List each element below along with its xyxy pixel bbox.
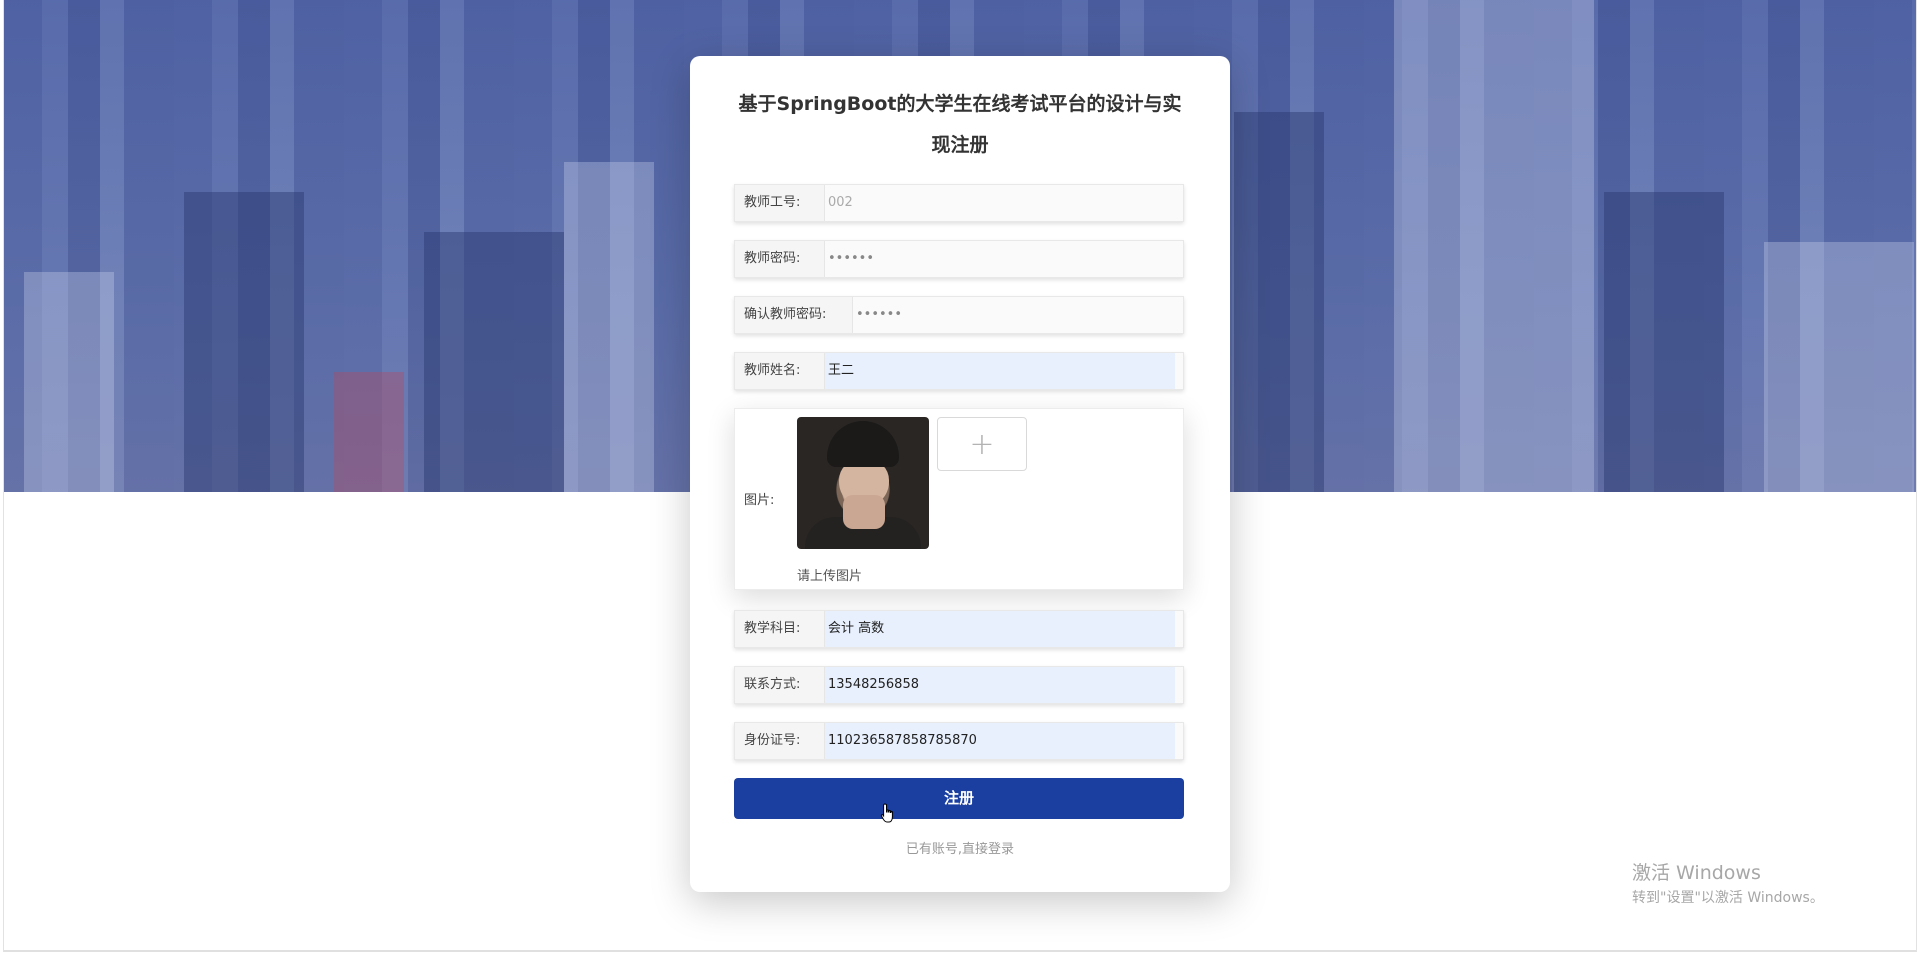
teacher-name-field[interactable]: 教师姓名: 王二 [734, 352, 1184, 390]
login-link[interactable]: 已有账号,直接登录 [690, 838, 1230, 857]
id-card-field[interactable]: 身份证号: 110236587858785870 [734, 722, 1184, 760]
confirm-password-field[interactable]: 确认教师密码: •••••• [734, 296, 1184, 334]
plus-icon: + [969, 426, 995, 462]
teacher-name-label: 教师姓名: [735, 353, 825, 389]
image-label: 图片: [744, 493, 775, 508]
contact-field[interactable]: 联系方式: 13548256858 [734, 666, 1184, 704]
teacher-name-input[interactable]: 王二 [825, 353, 1175, 389]
confirm-password-label: 确认教师密码: [735, 297, 853, 333]
watermark-line2: 转到"设置"以激活 Windows。 [1632, 890, 1824, 906]
image-upload-field: 图片: + 请上传图片 [734, 408, 1184, 590]
windows-activation-watermark: 激活 Windows 转到"设置"以激活 Windows。 [1632, 858, 1824, 907]
id-card-label: 身份证号: [735, 723, 825, 759]
contact-input[interactable]: 13548256858 [825, 667, 1175, 703]
upload-button[interactable]: + [937, 417, 1027, 471]
subject-label: 教学科目: [735, 611, 825, 647]
password-input[interactable]: •••••• [825, 241, 1175, 277]
upload-hint: 请上传图片 [797, 569, 863, 584]
page-title: 基于SpringBoot的大学生在线考试平台的设计与实现注册 [738, 93, 1182, 156]
password-label: 教师密码: [735, 241, 825, 277]
subject-field[interactable]: 教学科目: 会计 高数 [734, 610, 1184, 648]
register-card: 基于SpringBoot的大学生在线考试平台的设计与实现注册 教师工号: 002… [690, 56, 1230, 892]
subject-input[interactable]: 会计 高数 [825, 611, 1175, 647]
watermark-line1: 激活 Windows [1632, 862, 1761, 884]
password-field[interactable]: 教师密码: •••••• [734, 240, 1184, 278]
teacher-id-field[interactable]: 教师工号: 002 [734, 184, 1184, 222]
confirm-password-input[interactable]: •••••• [853, 297, 1175, 333]
contact-label: 联系方式: [735, 667, 825, 703]
register-button[interactable]: 注册 [734, 778, 1184, 819]
id-card-input[interactable]: 110236587858785870 [825, 723, 1175, 759]
teacher-id-label: 教师工号: [735, 185, 825, 221]
teacher-id-input[interactable]: 002 [825, 185, 1175, 221]
uploaded-photo[interactable] [797, 417, 929, 549]
